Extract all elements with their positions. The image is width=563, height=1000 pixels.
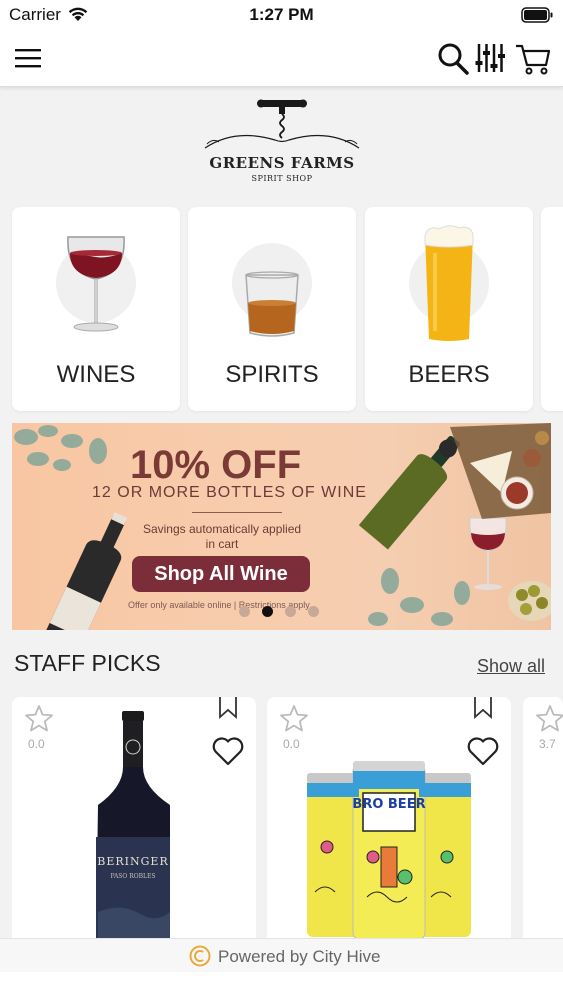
- status-bar: Carrier 1:27 PM: [0, 0, 563, 30]
- promo-divider: [192, 512, 282, 513]
- star-icon: [25, 705, 53, 732]
- powered-by-footer[interactable]: Powered by City Hive: [0, 938, 563, 972]
- carousel-dot[interactable]: [285, 606, 296, 617]
- logo-subtitle: SPIRIT SHOP: [251, 174, 313, 183]
- product-card[interactable]: 0.0 BERINGER PASO ROBLES: [12, 697, 256, 938]
- product-rating: 0.0: [28, 737, 45, 751]
- bookmark-icon[interactable]: [473, 697, 493, 719]
- carousel-pagination: [239, 606, 319, 618]
- top-nav-bar: [0, 30, 563, 87]
- product-card[interactable]: 0.0 BRO BEER: [267, 697, 511, 938]
- search-icon[interactable]: [436, 40, 470, 76]
- promo-note: Savings automatically applied in cart: [142, 522, 302, 551]
- powered-by-text: Powered by City Hive: [218, 947, 381, 966]
- wine-glass-icon: [67, 236, 125, 332]
- carousel-dot[interactable]: [239, 606, 250, 617]
- product-rating: 0.0: [283, 737, 300, 751]
- bookmark-icon[interactable]: [218, 697, 238, 719]
- status-time: 1:27 PM: [249, 5, 314, 24]
- category-card-beers[interactable]: BEERS: [365, 207, 533, 411]
- product-image-wine-bottle: BERINGER PASO ROBLES: [96, 711, 170, 938]
- carousel-dot-active[interactable]: [262, 606, 273, 617]
- heart-icon[interactable]: [211, 735, 245, 767]
- bottle-region: PASO ROBLES: [110, 873, 155, 880]
- promo-headline: 10% OFF: [130, 443, 302, 487]
- category-label-wines: WINES: [56, 361, 136, 388]
- star-icon: [280, 705, 308, 732]
- promo-banner[interactable]: 10% OFF 12 OR MORE BOTTLES OF WINE Savin…: [12, 423, 551, 630]
- store-logo[interactable]: GREENS FARMS SPIRIT SHOP: [195, 96, 369, 188]
- shop-all-wine-button[interactable]: Shop All Wine: [132, 556, 310, 592]
- category-card-next[interactable]: [541, 207, 563, 411]
- category-card-spirits[interactable]: SPIRITS: [188, 207, 356, 411]
- category-label-beers: BEERS: [408, 361, 490, 388]
- beer-glass-icon: [424, 225, 474, 341]
- category-label-spirits: SPIRITS: [225, 361, 319, 388]
- corkscrew-logo-icon: [204, 99, 360, 149]
- cart-icon[interactable]: [514, 40, 552, 76]
- logo-title: GREENS FARMS: [209, 154, 355, 172]
- product-card[interactable]: 3.7: [523, 697, 563, 938]
- section-title-staff-picks: STAFF PICKS: [14, 650, 161, 676]
- star-icon: [536, 705, 563, 732]
- bottle-brand: BERINGER: [97, 855, 168, 868]
- can-label: BRO BEER: [352, 797, 425, 812]
- heart-icon[interactable]: [466, 735, 500, 767]
- menu-icon[interactable]: [14, 46, 42, 70]
- product-rating: 3.7: [539, 737, 556, 751]
- filter-icon[interactable]: [474, 40, 506, 76]
- show-all-link[interactable]: Show all: [477, 656, 545, 677]
- carousel-dot[interactable]: [308, 606, 319, 617]
- battery-icon: [521, 7, 553, 23]
- product-image-beer-cans: BRO BEER: [307, 761, 471, 938]
- city-hive-logo-icon: [189, 945, 211, 967]
- category-card-wines[interactable]: WINES: [12, 207, 180, 411]
- promo-subheadline: 12 OR MORE BOTTLES OF WINE: [92, 484, 367, 501]
- whiskey-glass-icon: [245, 271, 299, 337]
- home-indicator-area: [0, 972, 563, 1000]
